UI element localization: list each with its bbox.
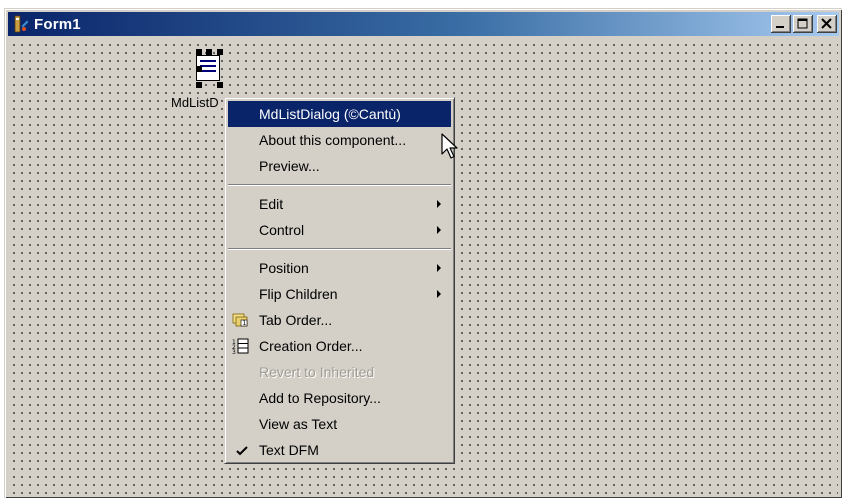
svg-text:3: 3 — [232, 349, 236, 355]
window-title: Form1 — [34, 15, 81, 33]
menu-item-label: Tab Order... — [259, 312, 333, 328]
maximize-icon — [797, 18, 808, 29]
caption-buttons — [771, 15, 837, 33]
selection-handle[interactable] — [196, 66, 202, 72]
menu-item-tab-order[interactable]: 1 Tab Order... — [228, 307, 451, 333]
context-menu: MdListDialog (©Cantù) About this compone… — [224, 97, 455, 464]
menu-item-label: Control — [259, 222, 305, 238]
mouse-pointer-icon — [440, 132, 460, 162]
menu-item-label: Preview... — [259, 158, 320, 174]
menu-item-label: About this component... — [259, 132, 407, 148]
menu-item-edit[interactable]: Edit — [228, 191, 451, 217]
checkmark-icon — [236, 437, 248, 463]
menu-separator — [228, 248, 451, 250]
component-caption: MdListD — [170, 95, 220, 110]
delphi-form-icon[interactable] — [12, 15, 30, 33]
submenu-arrow-icon — [437, 226, 441, 234]
selection-handle[interactable] — [217, 49, 223, 55]
menu-item-view-as-text[interactable]: View as Text — [228, 411, 451, 437]
menu-item-position[interactable]: Position — [228, 255, 451, 281]
menu-item-label: Flip Children — [259, 286, 338, 302]
menu-item-text-dfm[interactable]: Text DFM — [228, 437, 451, 463]
menu-item-label: MdListDialog (©Cantù) — [259, 106, 401, 122]
submenu-arrow-icon — [437, 200, 441, 208]
creation-order-icon: 1 2 3 — [232, 337, 250, 356]
minimize-button[interactable] — [771, 15, 791, 33]
menu-item-revert-to-inherited: Revert to Inherited — [228, 359, 451, 385]
menu-item-label: Position — [259, 260, 309, 276]
close-button[interactable] — [817, 15, 837, 33]
menu-item-add-to-repository[interactable]: Add to Repository... — [228, 385, 451, 411]
mdlistdialog-component[interactable] — [188, 49, 230, 89]
menu-item-control[interactable]: Control — [228, 217, 451, 243]
menu-item-flip-children[interactable]: Flip Children — [228, 281, 451, 307]
maximize-button[interactable] — [793, 15, 813, 33]
selection-handle[interactable] — [196, 49, 202, 55]
menu-item-label: Add to Repository... — [259, 390, 381, 406]
menu-item-preview[interactable]: Preview... — [228, 153, 451, 179]
close-icon — [821, 18, 832, 29]
title-bar[interactable]: Form1 — [8, 12, 839, 36]
selection-handle[interactable] — [206, 49, 212, 55]
menu-item-label: Revert to Inherited — [259, 364, 375, 380]
menu-item-label: View as Text — [259, 416, 338, 432]
svg-text:1: 1 — [243, 320, 247, 327]
submenu-arrow-icon — [437, 290, 441, 298]
menu-item-label: Creation Order... — [259, 338, 363, 354]
submenu-arrow-icon — [437, 264, 441, 272]
menu-item-creation-order[interactable]: 1 2 3 Creation Order... — [228, 333, 451, 359]
menu-item-mdlistdialog[interactable]: MdListDialog (©Cantù) — [228, 101, 451, 127]
selection-handle[interactable] — [196, 82, 202, 88]
menu-item-about[interactable]: About this component... — [228, 127, 451, 153]
menu-separator — [228, 184, 451, 186]
tab-order-icon: 1 — [232, 311, 250, 329]
menu-item-label: Text DFM — [259, 442, 319, 458]
menu-item-label: Edit — [259, 196, 284, 212]
minimize-icon — [776, 26, 784, 28]
selection-handle[interactable] — [217, 82, 223, 88]
